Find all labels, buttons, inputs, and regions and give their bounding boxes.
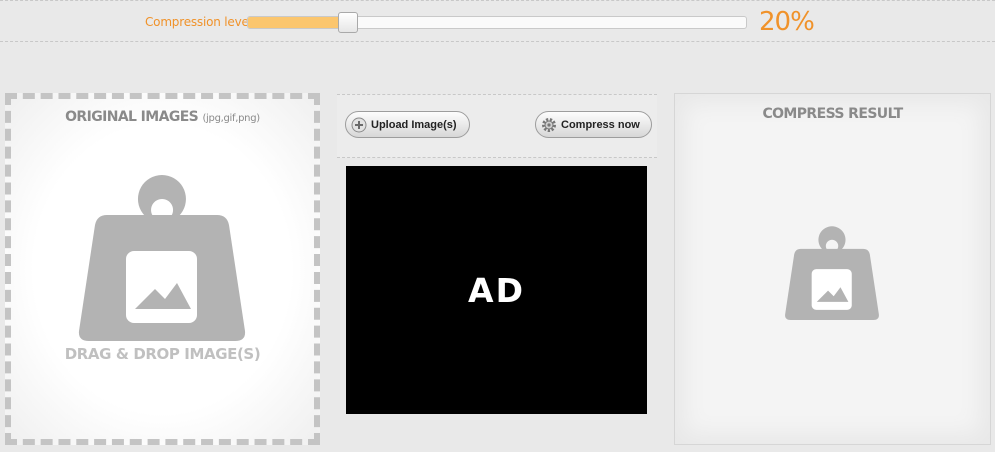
compress-now-button[interactable]: Compress now <box>535 111 652 138</box>
slider-fill <box>248 17 348 28</box>
upload-images-button[interactable]: Upload Image(s) <box>345 111 470 138</box>
action-toolbar: Upload Image(s) Compress now <box>337 94 657 158</box>
weight-image-icon <box>78 175 246 341</box>
plus-circle-icon <box>351 117 367 132</box>
compression-slider[interactable] <box>247 12 747 33</box>
original-images-dropzone[interactable]: ORIGINAL IMAGES (jpg,gif,png) DRAG & DRO… <box>5 93 320 445</box>
gear-icon <box>542 117 556 132</box>
slider-handle[interactable] <box>337 12 358 33</box>
weight-image-icon <box>785 226 879 320</box>
supported-formats: (jpg,gif,png) <box>202 113 260 124</box>
compress-result-panel: COMPRESS RESULT <box>674 93 991 445</box>
advertisement[interactable]: AD <box>346 166 647 414</box>
compression-bar: Compression level 20% <box>0 0 995 42</box>
drag-drop-text: DRAG & DROP IMAGE(S) <box>64 345 261 363</box>
compression-value: 20% <box>759 7 815 37</box>
original-images-title: ORIGINAL IMAGES (jpg,gif,png) <box>65 109 260 125</box>
compression-label: Compression level <box>145 15 252 29</box>
compress-result-title: COMPRESS RESULT <box>762 106 903 122</box>
ad-label: AD <box>468 270 525 310</box>
